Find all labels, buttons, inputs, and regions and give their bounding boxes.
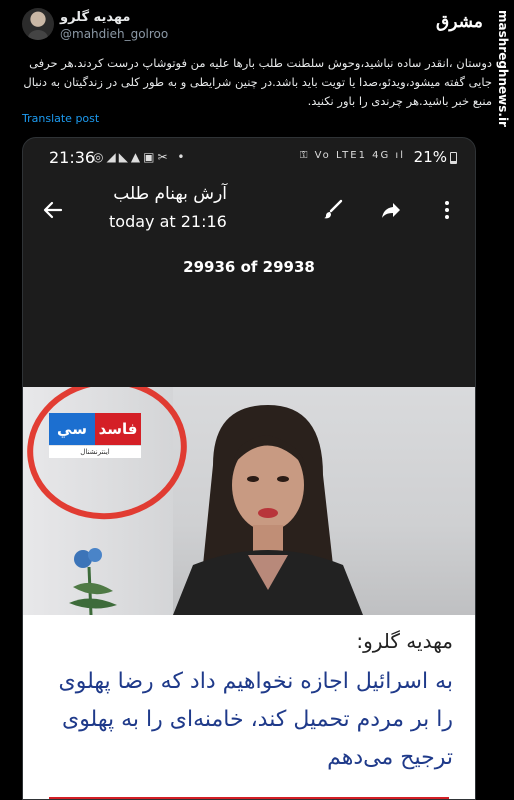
forward-icon[interactable] bbox=[379, 198, 403, 222]
brush-icon[interactable] bbox=[321, 198, 345, 222]
viewer-app-bar: آرش بهنام طلب today at 21:16 bbox=[23, 176, 475, 238]
back-arrow-icon[interactable] bbox=[41, 198, 65, 222]
status-time: 21:36 bbox=[49, 148, 96, 167]
more-vertical-icon[interactable] bbox=[435, 198, 459, 222]
speaker-person-image bbox=[173, 405, 363, 615]
author-handle[interactable]: @mahdieh_golroo bbox=[60, 27, 168, 41]
mashregh-logo: مشرق bbox=[436, 12, 483, 32]
attached-screenshot[interactable]: 21:36 ◎◢◣▲▣✂ • ⚿ Vo LTE1 4G ıl 21% آرش ب… bbox=[22, 137, 476, 800]
avatar[interactable] bbox=[22, 8, 54, 40]
battery-percent: 21% bbox=[413, 148, 447, 166]
battery-icon bbox=[450, 152, 457, 164]
caption-quote: به اسرائیل اجازه نخواهیم داد که رضا پهلو… bbox=[58, 669, 453, 770]
contact-name: آرش بهنام طلب bbox=[113, 184, 227, 204]
caption-speaker: مهدیه گلرو: bbox=[356, 629, 453, 653]
translate-post-link[interactable]: Translate post bbox=[22, 112, 99, 125]
phone-status-bar: 21:36 ◎◢◣▲▣✂ • ⚿ Vo LTE1 4G ıl 21% bbox=[23, 138, 475, 176]
author-name[interactable]: مهدیه گلرو bbox=[60, 10, 130, 25]
site-watermark: mashreghnews.ir bbox=[496, 10, 510, 127]
notification-icons: ◎◢◣▲▣✂ • bbox=[93, 150, 188, 164]
video-thumbnail[interactable]: سي فاسد اينترنشنال bbox=[23, 387, 475, 615]
plant-image bbox=[69, 548, 117, 615]
tweet-text: دوستان ،انقدر ساده نباشید،وحوش سلطنت طلب… bbox=[23, 56, 492, 108]
signal-icons: ⚿ Vo LTE1 4G ıl bbox=[299, 150, 405, 161]
message-timestamp: today at 21:16 bbox=[109, 212, 227, 231]
media-counter: 29936 of 29938 bbox=[183, 258, 315, 276]
caption-card: مهدیه گلرو: به اسرائیل اجازه نخواهیم داد… bbox=[23, 615, 475, 799]
